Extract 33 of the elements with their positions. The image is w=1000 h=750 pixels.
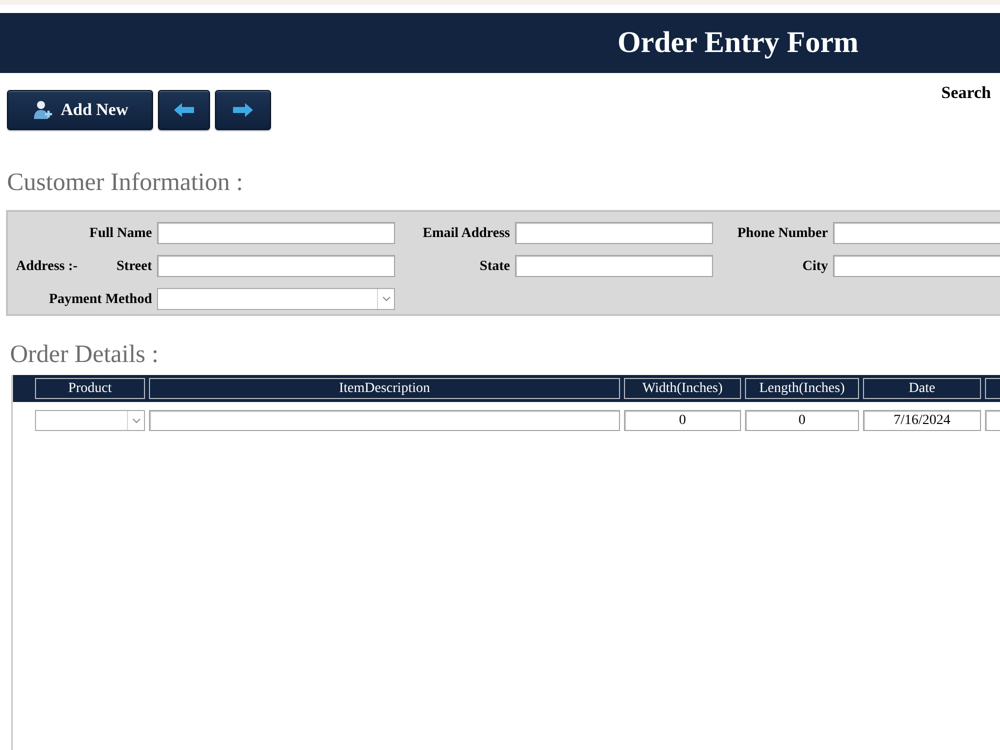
field-label: Full Name	[89, 224, 152, 242]
input-field[interactable]	[149, 410, 620, 431]
column-header: Width(Inches)	[624, 378, 741, 399]
field-label: State	[480, 258, 510, 276]
input-field[interactable]: 7/16/2024	[863, 410, 981, 431]
dropdown-field[interactable]	[157, 288, 395, 310]
section-heading: Customer Information :	[7, 168, 244, 198]
field-label: Street	[116, 258, 152, 276]
input-field[interactable]	[157, 222, 395, 244]
input-field[interactable]: 0	[624, 410, 741, 431]
arrow-left-icon	[174, 103, 194, 117]
field-label: City	[802, 258, 828, 276]
page-title: Order Entry Form	[617, 28, 859, 58]
column-header: Product	[35, 378, 145, 399]
field-label: Email Address	[422, 224, 510, 242]
input-field[interactable]	[157, 255, 395, 277]
dropdown-field[interactable]	[35, 410, 145, 431]
input-field[interactable]	[515, 222, 713, 244]
search-label: Search	[941, 84, 992, 101]
column-header: Date	[863, 378, 981, 399]
next-button[interactable]	[215, 90, 271, 130]
field-label: Payment Method	[48, 290, 152, 308]
arrow-right-icon	[233, 103, 253, 117]
group-label: Address :-	[16, 258, 78, 276]
previous-button[interactable]	[158, 90, 210, 130]
section-heading: Order Details :	[10, 340, 160, 370]
column-header: ItemDescription	[149, 378, 620, 399]
input-field[interactable]	[515, 255, 713, 277]
column-header: Length(Inches)	[745, 378, 859, 399]
add-new-button[interactable]: Add New	[7, 90, 153, 130]
field-label: Phone Number	[737, 224, 828, 242]
user-add-icon	[32, 100, 52, 120]
input-field[interactable]: 0	[745, 410, 859, 431]
